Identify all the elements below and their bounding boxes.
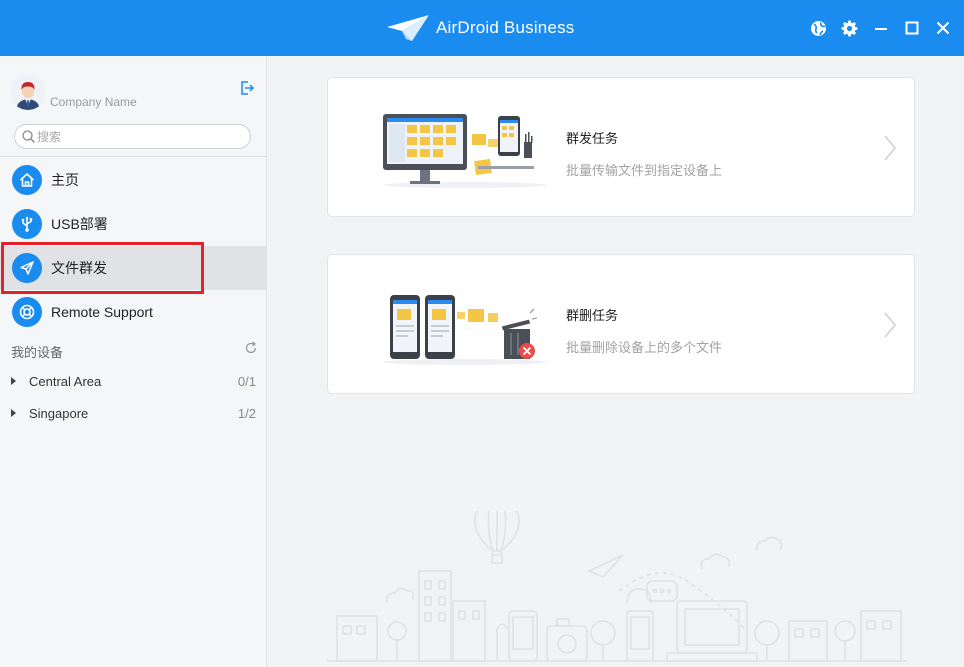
search-icon [22,130,35,143]
close-button[interactable] [927,14,958,42]
expand-caret-icon[interactable] [11,409,16,417]
search-box [14,124,251,149]
file-transfer-illustration [383,114,547,188]
sidebar-item-usb[interactable]: USB部署 [0,202,266,246]
main-content: 群发任务 批量传输文件到指定设备上 群删任务 批量删除设备上的多个文件 [267,56,964,667]
title-bar: AirDroid Business [0,0,964,56]
card-title: 群删任务 [566,308,619,323]
lifebuoy-icon [12,297,42,327]
minimize-icon [874,28,887,30]
bulk-delete-illustration [383,295,547,365]
sidebar-item-remote-support[interactable]: Remote Support [0,290,266,334]
device-group-row[interactable]: Singapore 1/2 [0,398,266,428]
cityscape-background-illustration [327,511,907,662]
profile: Company Name [10,74,260,114]
paper-plane-logo-icon [387,15,429,41]
maximize-button[interactable] [896,14,927,42]
app-title: AirDroid Business [436,18,575,37]
logout-button[interactable] [239,80,255,96]
expand-caret-icon[interactable] [11,377,16,385]
device-group-row[interactable]: Central Area 0/1 [0,366,266,396]
device-group-name: Singapore [29,405,89,421]
card-title: 群发任务 [566,131,619,146]
minimize-button[interactable] [865,14,896,42]
device-group-name: Central Area [29,373,102,389]
sidebar-item-label: 主页 [51,172,79,188]
send-icon [12,253,42,283]
window-controls [803,14,958,42]
device-group-count: 0/1 [237,373,256,389]
usb-icon [12,209,42,239]
sidebar-item-label: USB部署 [51,216,108,232]
company-name: Company Name [50,95,137,109]
refresh-button[interactable] [244,341,258,355]
devices-section-title: 我的设备 [11,345,64,360]
search-input[interactable] [37,128,242,146]
refresh-icon [245,341,257,354]
sidebar-item-label: Remote Support [51,304,153,320]
card-description: 批量删除设备上的多个文件 [566,340,723,355]
sidebar-item-label: 文件群发 [51,260,107,276]
sidebar-item-file-transfer[interactable]: 文件群发 [0,246,266,290]
chevron-right-icon [884,135,896,161]
settings-button[interactable] [834,14,865,42]
sidebar-divider [0,156,266,157]
app-brand: AirDroid Business [386,12,575,44]
close-icon [936,21,949,35]
maximize-icon [905,21,918,35]
globe-icon [811,20,826,36]
card-description: 批量传输文件到指定设备上 [566,163,723,178]
sidebar-item-home[interactable]: 主页 [0,158,266,202]
avatar[interactable] [10,74,46,110]
user-avatar-icon [10,74,46,110]
gear-icon [841,20,858,36]
language-button[interactable] [803,14,834,42]
home-icon [12,165,42,195]
logout-icon [241,81,255,95]
bulk-delete-task-card[interactable]: 群删任务 批量删除设备上的多个文件 [327,254,915,394]
file-transfer-task-card[interactable]: 群发任务 批量传输文件到指定设备上 [327,77,915,217]
sidebar: Company Name 主页 [0,56,267,667]
chevron-right-icon [884,312,896,338]
device-group-count: 1/2 [237,405,256,421]
